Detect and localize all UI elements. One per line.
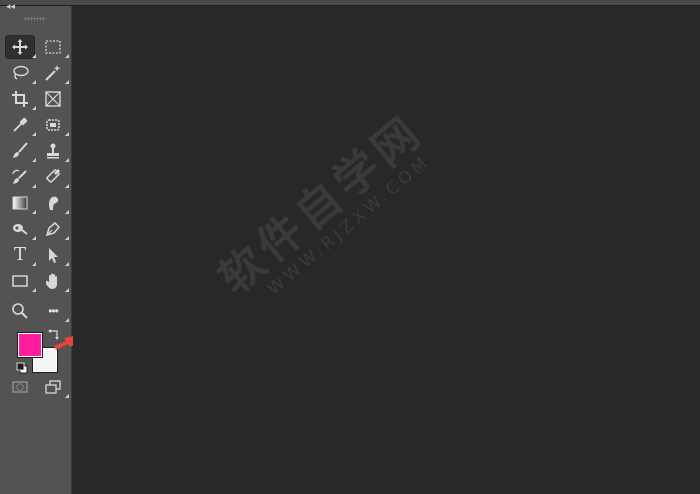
rectangle-shape-icon [12, 275, 28, 287]
zoom-icon [12, 303, 28, 319]
brush-tool[interactable] [6, 140, 36, 162]
panel-grip-handle[interactable] [24, 17, 46, 21]
smudge-tool[interactable] [39, 192, 69, 214]
rectangular-marquee-icon [45, 40, 61, 54]
pen-icon [45, 221, 61, 237]
lasso-tool[interactable] [6, 62, 36, 84]
magic-wand-tool[interactable] [39, 62, 69, 84]
magic-wand-icon [45, 65, 61, 81]
frame-icon [45, 91, 61, 107]
spot-healing-tool[interactable] [39, 114, 69, 136]
lasso-icon [13, 65, 29, 80]
type-icon: T [13, 244, 26, 265]
foreground-color-swatch[interactable] [17, 332, 43, 358]
gradient-tool[interactable] [6, 192, 36, 214]
default-colors-icon[interactable] [16, 362, 28, 374]
screen-mode-icon [45, 380, 61, 394]
smudge-icon [49, 196, 59, 210]
frame-tool[interactable] [39, 88, 67, 110]
path-selection-icon [49, 248, 58, 263]
path-selection-tool[interactable] [39, 244, 69, 266]
pen-tool[interactable] [39, 218, 69, 240]
type-tool[interactable]: T [6, 244, 36, 266]
more-tools-button[interactable]: ••• [39, 300, 69, 322]
more-tools-icon: ••• [48, 304, 59, 318]
gradient-icon [12, 196, 28, 210]
document-canvas-area[interactable] [73, 6, 700, 494]
zoom-tool[interactable] [6, 300, 34, 322]
hand-icon [45, 273, 57, 289]
eraser-icon [46, 168, 61, 183]
crop-icon [12, 91, 28, 107]
move-icon [12, 39, 28, 55]
eyedropper-tool[interactable] [6, 114, 36, 136]
quick-mask-icon [12, 381, 28, 393]
brush-icon [13, 142, 28, 158]
rectangular-marquee-tool[interactable] [39, 36, 69, 58]
screen-mode-button[interactable] [39, 376, 69, 398]
rectangle-tool[interactable] [6, 270, 36, 292]
crop-tool[interactable] [6, 88, 36, 110]
history-brush-icon [12, 169, 27, 184]
collapse-panel-icon[interactable]: ◂◂ [6, 1, 15, 11]
dodge-tool[interactable] [6, 218, 36, 240]
clone-stamp-tool[interactable] [39, 140, 69, 162]
eraser-tool[interactable] [39, 166, 69, 188]
eyedropper-icon [13, 117, 28, 132]
dodge-icon [13, 224, 28, 235]
clone-stamp-icon [47, 143, 59, 159]
quick-mask-button[interactable] [6, 376, 34, 398]
spot-healing-icon [46, 119, 60, 131]
tools-panel: ◂◂ T ••• [0, 1, 72, 494]
history-brush-tool[interactable] [6, 166, 36, 188]
move-tool[interactable] [5, 35, 36, 59]
hand-tool[interactable] [39, 270, 69, 292]
